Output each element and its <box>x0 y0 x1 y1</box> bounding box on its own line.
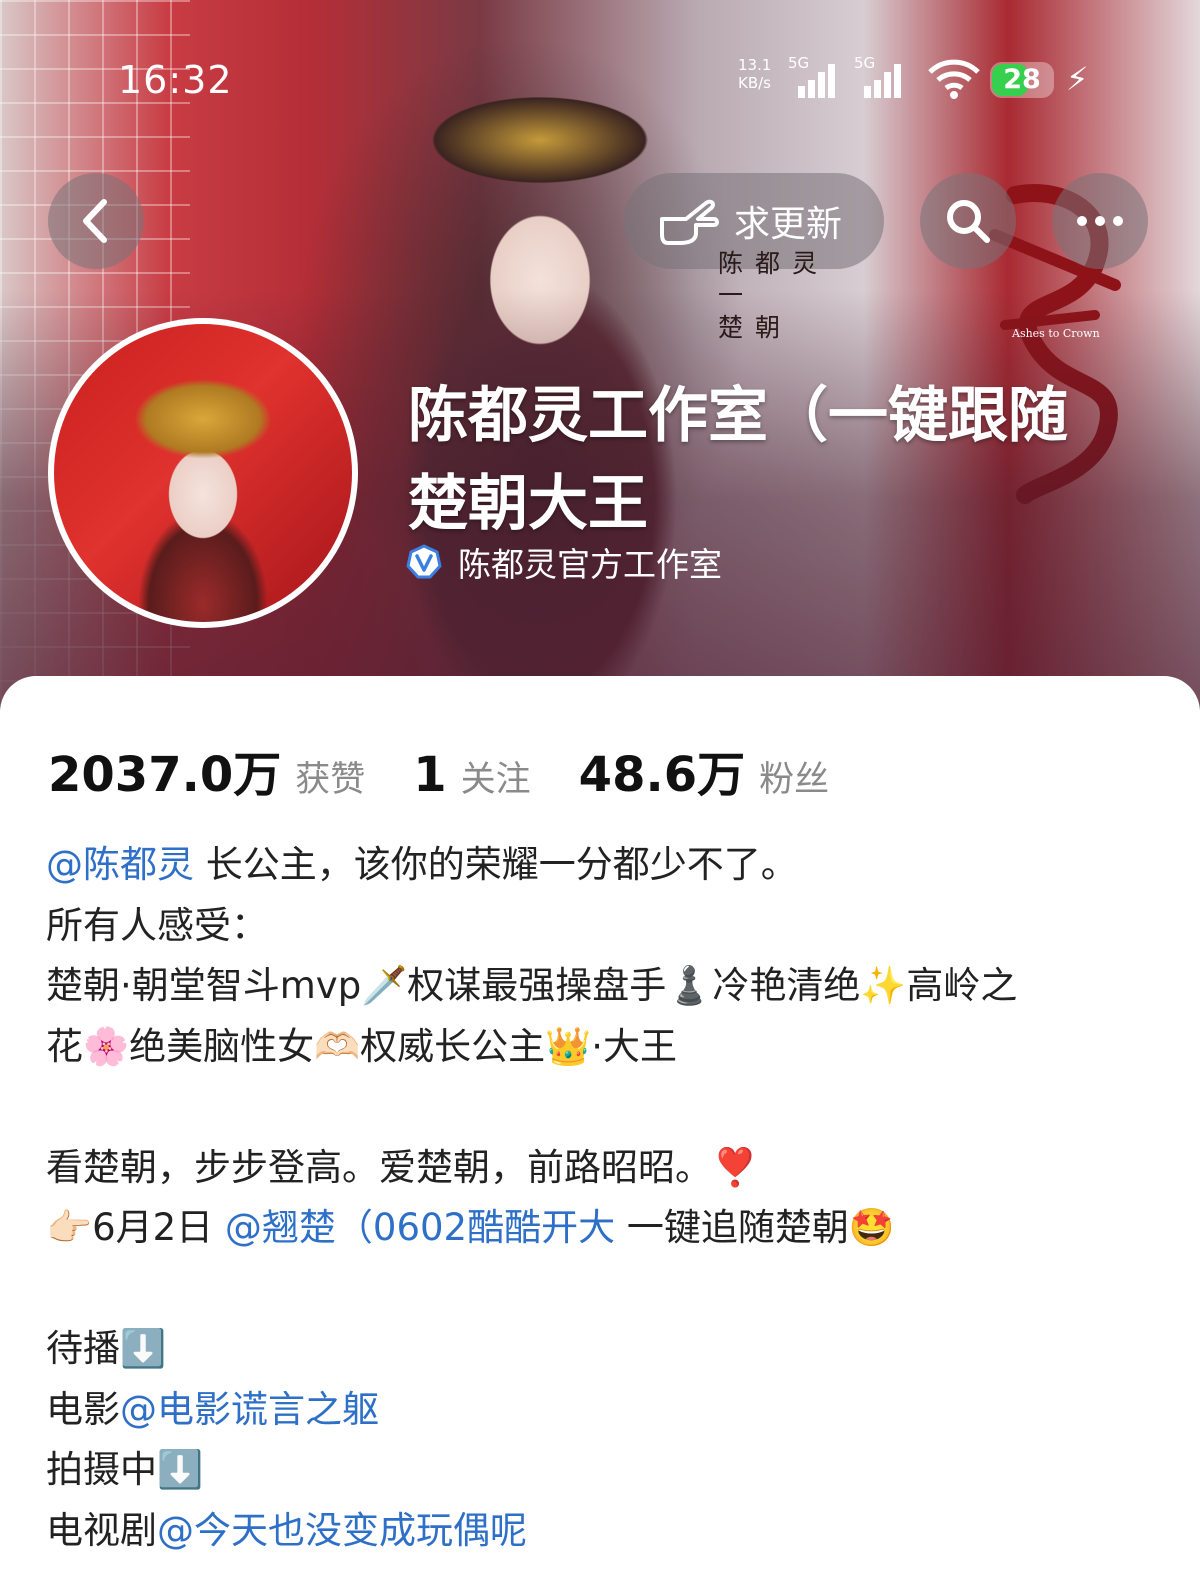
poster-subtitle: Ashes to Crown <box>1012 327 1100 340</box>
bio-line-6: 👉🏻6月2日 @翘楚（0602酷酷开大 一键追随楚朝🤩 <box>46 1198 1166 1259</box>
bio-line-8: 电影@电影谎言之躯 <box>46 1380 1166 1441</box>
mention-link[interactable]: @今天也没变成玩偶呢 <box>157 1509 527 1552</box>
poster-credit: 陈都灵 一 楚朝 <box>718 248 829 344</box>
poster-line-2: 一 <box>718 281 756 310</box>
following-label[interactable]: 关注 <box>461 751 531 802</box>
poster-line-3: 楚朝 <box>718 313 793 342</box>
bio-spacer <box>46 1259 1166 1320</box>
mention-link[interactable]: @翘楚（0602酷酷开大 <box>225 1206 615 1249</box>
mention-link[interactable]: @陈都灵 <box>46 843 194 886</box>
network-speed-unit: KB/s <box>738 74 771 92</box>
bio-spacer <box>46 1077 1166 1138</box>
bio-line-2: 所有人感受： <box>46 903 268 947</box>
bio-line-9: 拍摄中⬇️ <box>46 1448 204 1491</box>
likes-count: 2037.0万 <box>48 747 282 803</box>
bio-line-7: 待播⬇️ <box>46 1327 167 1370</box>
pointing-hand-icon <box>660 199 719 245</box>
profile-stats: 2037.0万 获赞 1 关注 48.6万 粉丝 <box>48 735 877 805</box>
mention-link[interactable]: @电影谎言之躯 <box>120 1388 379 1431</box>
battery-percent: 28 <box>1003 64 1041 95</box>
signal-icon-sim1: 5G <box>786 54 846 106</box>
bio-line-4: 花🌸绝美脑性女🫶🏻权威长公主👑·大王 <box>46 1024 677 1068</box>
followers-count[interactable]: 48.6万 <box>579 735 745 805</box>
back-button[interactable] <box>48 173 144 269</box>
followers-label[interactable]: 粉丝 <box>759 751 829 802</box>
sim2-label: 5G <box>854 54 876 72</box>
likes-label: 获赞 <box>295 760 366 800</box>
following-count[interactable]: 1 <box>413 747 446 803</box>
profile-name-line-1: 陈都灵工作室（一键跟随 <box>408 381 1068 451</box>
avatar-image <box>54 324 352 622</box>
bio-line-5: 看楚朝，步步登高。爱楚朝，前路昭昭。❣️ <box>46 1145 759 1189</box>
bio-text: 一键追随楚朝🤩 <box>615 1206 895 1249</box>
profile-name-line-2: 楚朝大王 <box>408 469 648 539</box>
bio-text: 电影 <box>46 1387 120 1431</box>
search-button[interactable] <box>920 173 1016 269</box>
profile-name: 陈都灵工作室（一键跟随 楚朝大王 <box>408 372 1168 548</box>
verified-badge-icon <box>406 544 442 579</box>
bio-line-1: @陈都灵 长公主，该你的荣耀一分都少不了。 <box>46 835 1166 896</box>
battery-icon: 28 <box>990 62 1054 98</box>
request-update-label: 求更新 <box>734 204 843 245</box>
more-button[interactable] <box>1052 173 1148 269</box>
profile-bio: @陈都灵 长公主，该你的荣耀一分都少不了。 所有人感受： 楚朝·朝堂智斗mvp🗡… <box>46 835 1166 1561</box>
network-speed-value: 13.1 <box>738 56 772 74</box>
verified-info[interactable]: 陈都灵官方工作室 <box>406 538 722 586</box>
bio-text: 长公主，该你的荣耀一分都少不了。 <box>194 843 798 886</box>
charging-icon: ⚡ <box>1066 60 1089 98</box>
sim1-label: 5G <box>788 54 810 72</box>
bio-line-10: 电视剧@今天也没变成玩偶呢 <box>46 1501 1166 1562</box>
bio-text: 电视剧 <box>46 1508 157 1552</box>
wifi-icon <box>926 58 982 106</box>
poster-line-1: 陈都灵 <box>718 249 830 278</box>
chevron-left-icon <box>83 199 107 243</box>
signal-icon-sim2: 5G <box>852 54 912 106</box>
bio-text: 👉🏻6月2日 <box>46 1206 225 1249</box>
more-icon <box>1077 216 1123 226</box>
bio-line-3: 楚朝·朝堂智斗mvp🗡️权谋最强操盘手♟️冷艳清绝✨高岭之 <box>46 964 1018 1007</box>
status-time: 16:32 <box>118 58 233 102</box>
avatar[interactable] <box>48 318 358 628</box>
verified-label: 陈都灵官方工作室 <box>458 545 722 584</box>
status-bar: 16:32 13.1 KB/s 5G 5G 28 ⚡ <box>0 54 1200 108</box>
search-icon <box>947 200 990 243</box>
network-speed: 13.1 KB/s <box>738 56 771 92</box>
